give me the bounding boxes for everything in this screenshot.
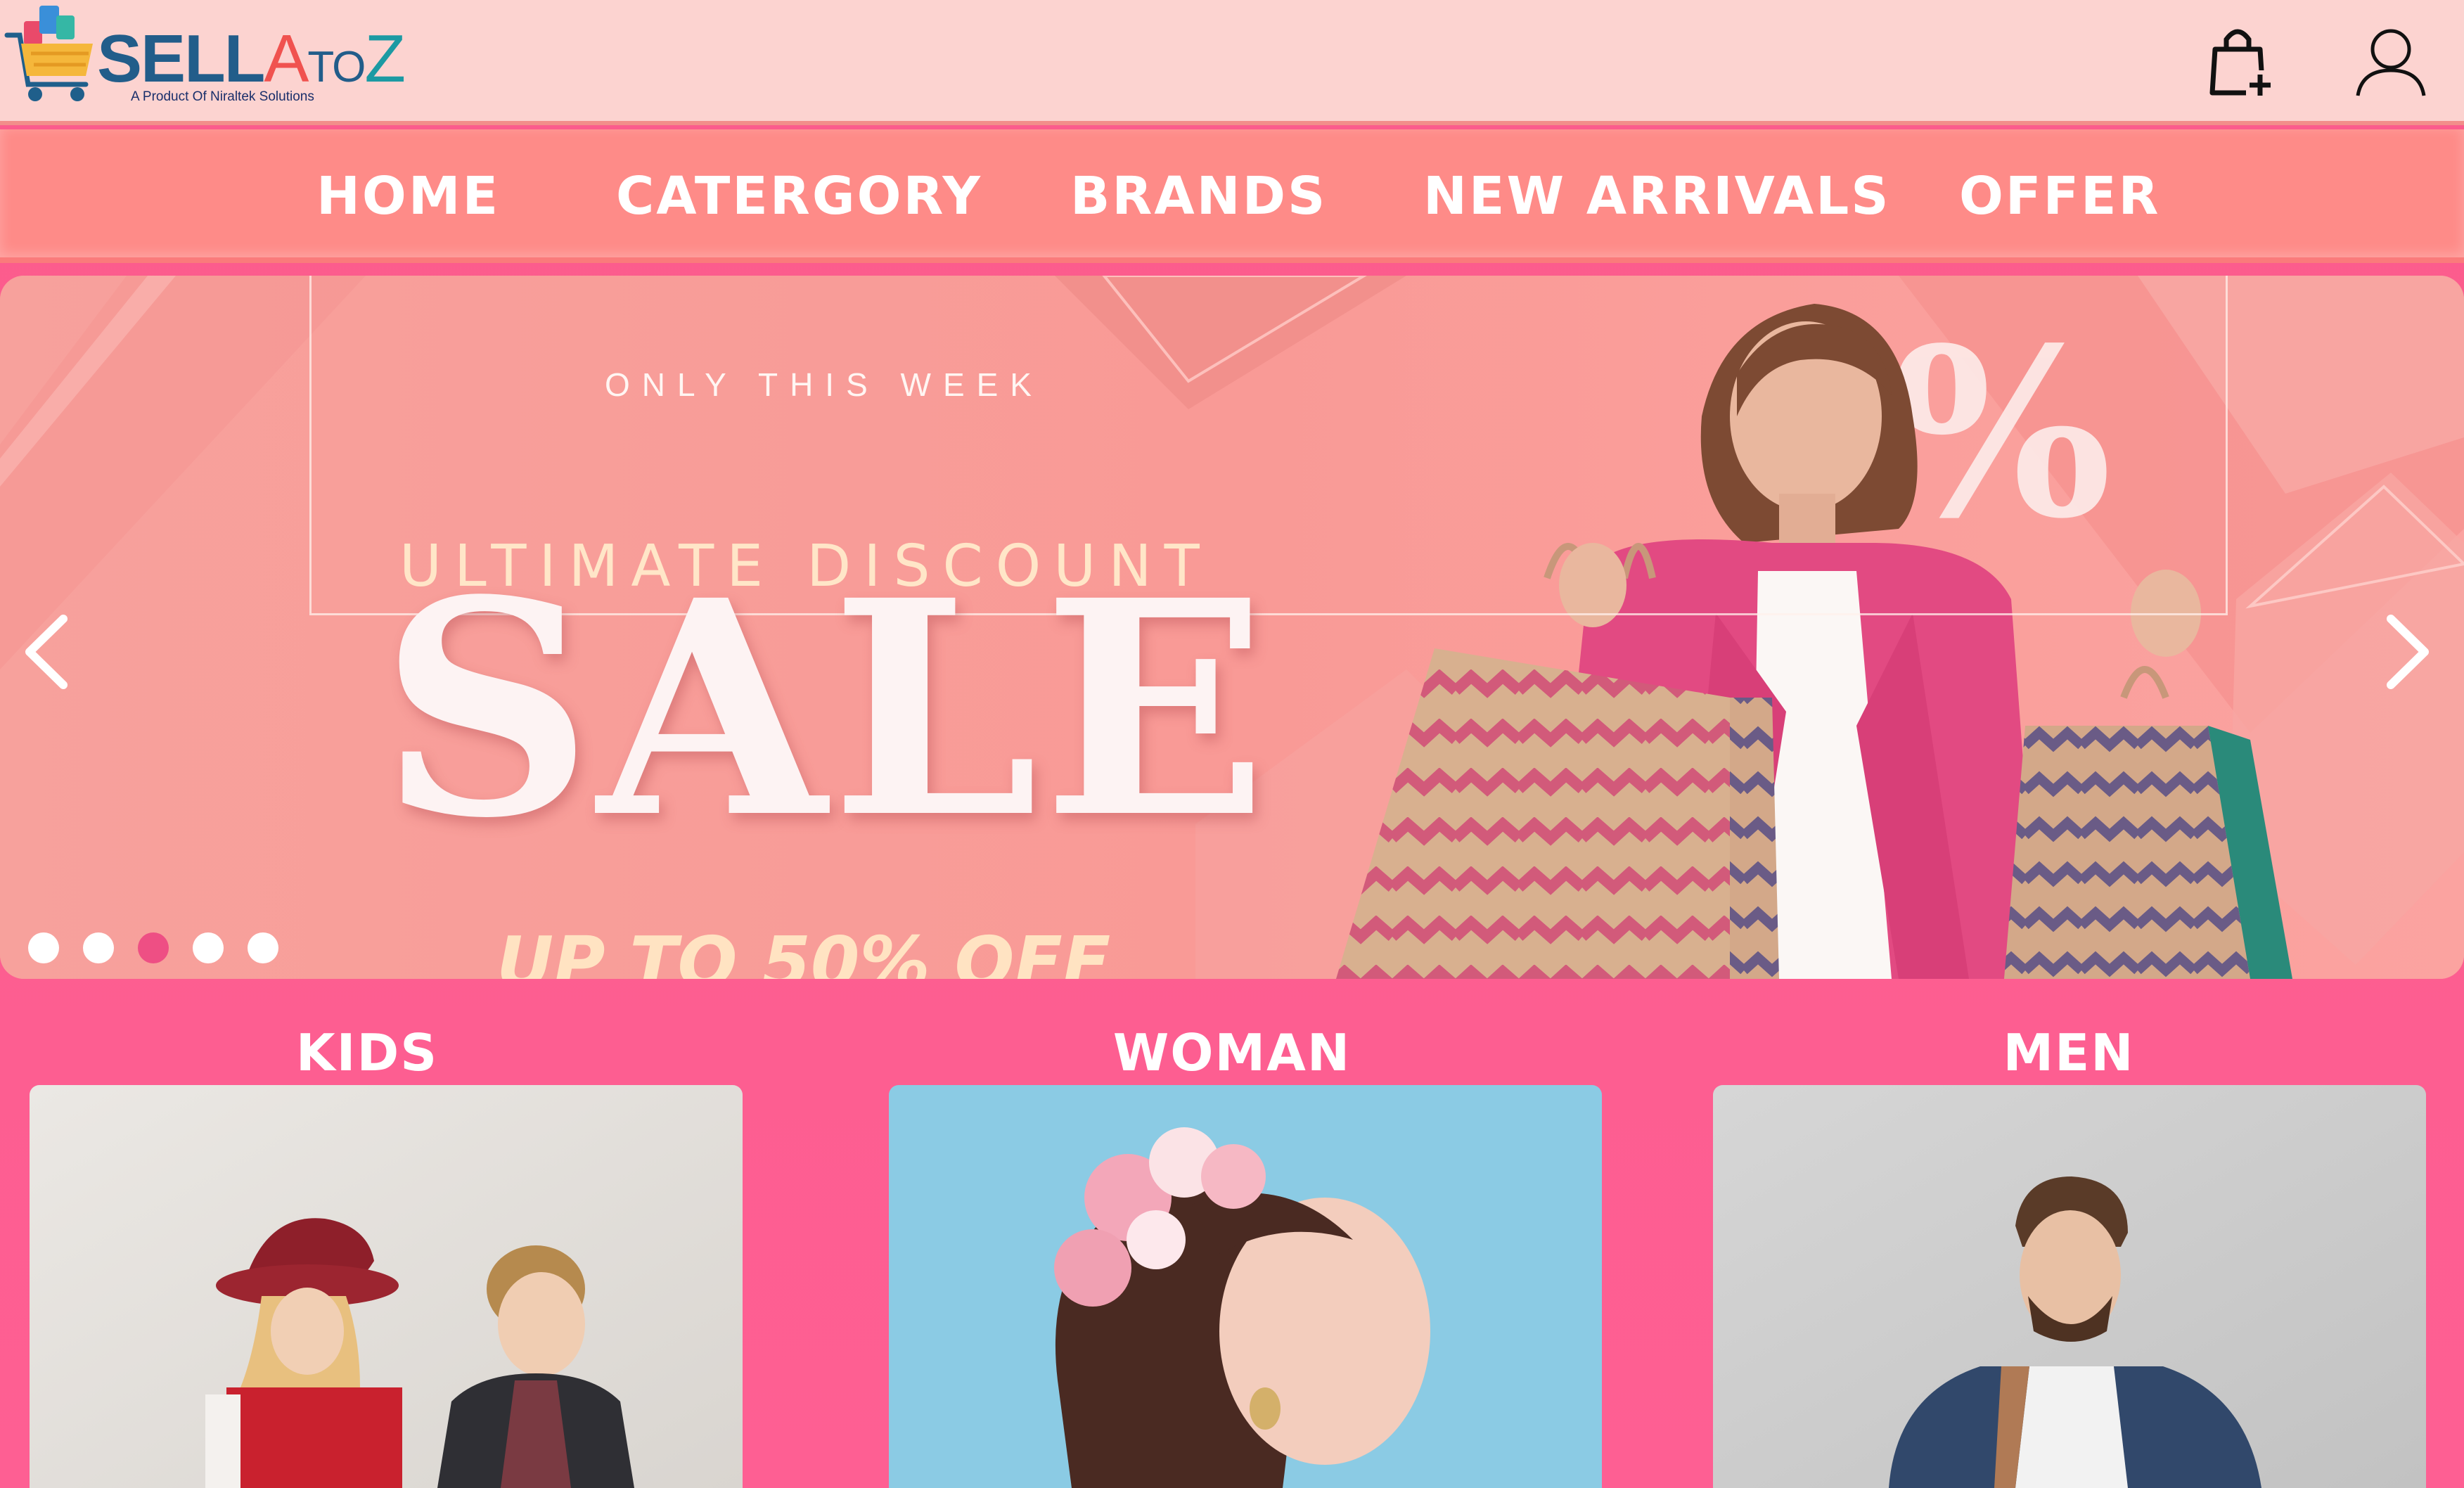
hero-banner-carousel[interactable]: % ONLY THIS WEEK ULTIMATE DISCOUNT SALE … — [0, 276, 2464, 979]
category-title-men[interactable]: MEN — [1927, 1021, 2211, 1084]
logo-to: TO — [307, 43, 366, 91]
nav-item-offer[interactable]: OFFER — [1959, 165, 2161, 228]
carousel-dot-1[interactable] — [28, 932, 59, 963]
logo-tagline: A Product Of Niraltek Solutions — [131, 89, 314, 104]
carousel-dot-3[interactable] — [138, 932, 169, 963]
nav-item-new-arrivals[interactable]: NEW ARRIVALS — [1423, 165, 1891, 228]
logo-z: Z — [364, 21, 406, 96]
carousel-dot-4[interactable] — [193, 932, 224, 963]
nav-item-category[interactable]: CATERGORY — [616, 165, 982, 228]
main-nav: HOME CATERGORY BRANDS NEW ARRIVALS OFFER — [0, 129, 2464, 263]
category-card-woman[interactable] — [889, 1085, 1602, 1488]
woman-photo — [889, 1085, 1602, 1488]
category-card-kids[interactable] — [30, 1085, 743, 1488]
logo-a: A — [264, 21, 309, 96]
category-title-woman[interactable]: WOMAN — [1090, 1021, 1374, 1084]
carousel-dot-2[interactable] — [83, 932, 114, 963]
category-title-kids[interactable]: KIDS — [225, 1021, 509, 1084]
logo-sell: SELL — [97, 21, 265, 96]
category-card-men[interactable] — [1713, 1085, 2426, 1488]
banner-offer: UP TO 50% OFF — [496, 921, 1111, 979]
nav-item-brands[interactable]: BRANDS — [1070, 165, 1327, 228]
carousel-next-arrow-icon[interactable] — [2377, 606, 2440, 698]
carousel-prev-arrow-icon[interactable] — [14, 606, 77, 698]
site-header: SELLATOZ A Product Of Niraltek Solutions — [0, 0, 2464, 125]
nav-item-home[interactable]: HOME — [316, 165, 500, 228]
kids-photo — [30, 1085, 743, 1488]
banner-title: SALE — [380, 537, 1272, 883]
shopping-cart-logo-icon — [4, 6, 93, 101]
carousel-dot-5[interactable] — [248, 932, 278, 963]
men-photo — [1713, 1085, 2426, 1488]
user-account-icon[interactable] — [2352, 25, 2430, 103]
shopping-bag-add-icon[interactable] — [2201, 25, 2278, 103]
site-logo[interactable]: SELLATOZ A Product Of Niraltek Solutions — [0, 0, 406, 116]
